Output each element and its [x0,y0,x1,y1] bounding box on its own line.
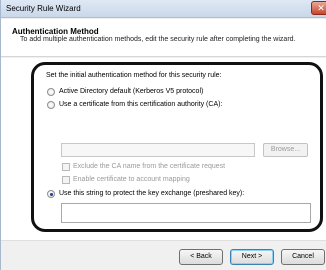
wizard-header: Authentication Method To add multiple au… [1,19,326,57]
page-description: To add multiple authentication methods, … [20,36,296,43]
cancel-button[interactable]: Cancel [281,249,325,265]
authentication-options-highlight [31,62,323,232]
page-title: Authentication Method [12,27,99,36]
title-bar: Security Rule Wizard ✕ [1,0,326,18]
back-button[interactable]: < Back [179,249,223,265]
wizard-window: Security Rule Wizard ✕ Authentication Me… [0,0,326,270]
window-title: Security Rule Wizard [6,4,81,13]
close-icon: ✕ [317,3,325,13]
wizard-footer [1,240,326,270]
close-button[interactable]: ✕ [311,1,326,15]
next-button[interactable]: Next > [230,249,274,265]
